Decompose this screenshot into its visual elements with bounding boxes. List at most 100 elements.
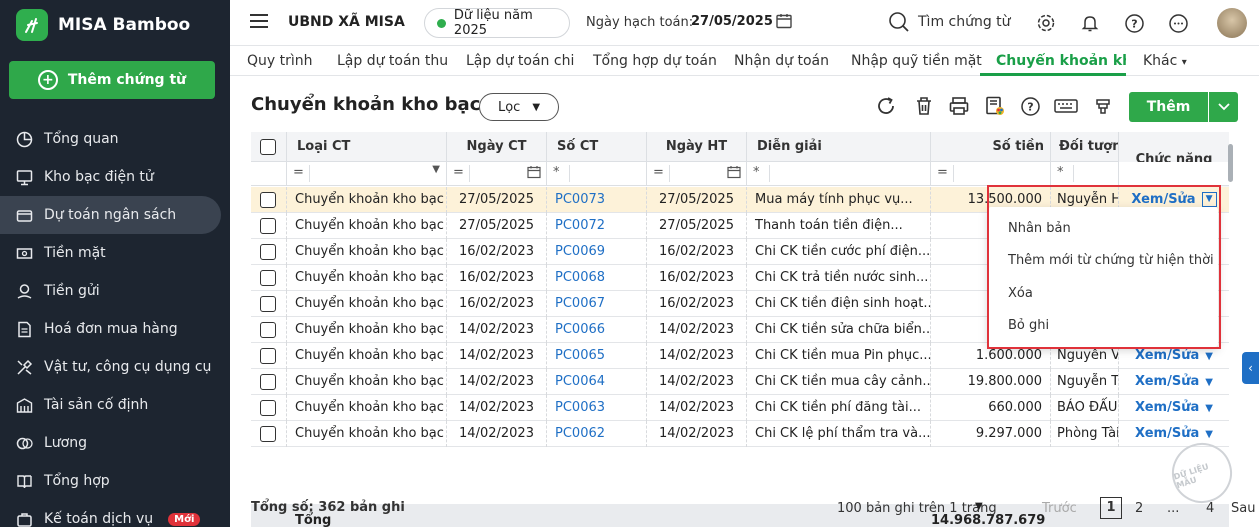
filter-voucher-date[interactable]: = xyxy=(447,162,547,186)
add-voucher-button[interactable]: + Thêm chứng từ xyxy=(9,61,215,99)
page-1[interactable]: 1 xyxy=(1100,497,1122,519)
keyboard-icon[interactable] xyxy=(1054,94,1078,118)
cell-voucher-no-link[interactable]: PC0062 xyxy=(547,421,647,447)
select-all-checkbox[interactable] xyxy=(260,139,276,155)
page-size-selector[interactable]: 100 bản ghi trên 1 trang xyxy=(837,501,997,516)
tab-expense-estimate[interactable]: Lập dự toán chi xyxy=(466,53,574,69)
row-checkbox[interactable] xyxy=(260,296,276,312)
chevron-down-icon[interactable]: ▼ xyxy=(1205,429,1213,440)
tab-revenue-estimate[interactable]: Lập dự toán thu xyxy=(337,53,448,69)
chevron-down-icon[interactable]: ▼ xyxy=(975,501,983,512)
view-edit-link[interactable]: Xem/Sửa xyxy=(1135,426,1199,441)
sidebar-item-purchase-invoice[interactable]: Hoá đơn mua hàng xyxy=(0,310,230,348)
header-voucher-no[interactable]: Số CT xyxy=(547,132,647,162)
view-edit-link[interactable]: Xem/Sửa xyxy=(1135,374,1199,389)
search-voucher[interactable]: Tìm chứng từ xyxy=(888,11,1011,33)
columns-setting-icon[interactable] xyxy=(1091,94,1115,118)
add-dropdown-button[interactable] xyxy=(1209,92,1238,122)
refresh-icon[interactable] xyxy=(874,94,898,118)
filter-object[interactable]: * xyxy=(1051,162,1119,186)
cell-voucher-no-link[interactable]: PC0072 xyxy=(547,213,647,239)
table-row[interactable]: Chuyển khoản kho bạc 14/02/2023 PC0064 1… xyxy=(251,369,1229,395)
row-checkbox[interactable] xyxy=(260,244,276,260)
help-icon[interactable]: ? xyxy=(1018,94,1042,118)
prev-page-button[interactable]: Trước xyxy=(1042,501,1077,516)
cell-voucher-no-link[interactable]: PC0067 xyxy=(547,291,647,317)
sidebar-item-cash[interactable]: Tiền mặt xyxy=(0,234,230,272)
more-icon[interactable] xyxy=(1167,12,1189,34)
header-object[interactable]: Đối tượng xyxy=(1051,132,1119,162)
cell-voucher-no-link[interactable]: PC0069 xyxy=(547,239,647,265)
tab-treasury-transfer[interactable]: Chuyển khoản kho b xyxy=(996,53,1126,69)
contains-icon: * xyxy=(753,165,760,180)
trash-icon[interactable] xyxy=(912,94,936,118)
row-checkbox[interactable] xyxy=(260,270,276,286)
cell-voucher-no-link[interactable]: PC0063 xyxy=(547,395,647,421)
gear-icon[interactable] xyxy=(1035,12,1057,34)
row-checkbox[interactable] xyxy=(260,374,276,390)
help-icon[interactable]: ? xyxy=(1123,12,1145,34)
chevron-down-icon[interactable]: ▼ xyxy=(1205,403,1213,414)
sidebar-item-e-treasury[interactable]: Kho bạc điện tử xyxy=(0,158,230,196)
filter-voucher-no[interactable]: * xyxy=(547,162,647,186)
filter-description[interactable]: * xyxy=(747,162,931,186)
sidebar-item-salary[interactable]: Lương xyxy=(0,424,230,462)
row-checkbox[interactable] xyxy=(260,400,276,416)
color-template-icon[interactable] xyxy=(983,94,1007,118)
row-checkbox[interactable] xyxy=(260,426,276,442)
posting-date-value[interactable]: 27/05/2025 xyxy=(691,14,773,29)
cell-voucher-no-link[interactable]: PC0066 xyxy=(547,317,647,343)
next-page-button[interactable]: Sau xyxy=(1231,501,1255,516)
org-name[interactable]: UBND XÃ MISA xyxy=(288,14,405,30)
sidebar-item-overview[interactable]: Tổng quan xyxy=(0,120,230,158)
filter-voucher-type[interactable]: = ▼ xyxy=(287,162,447,186)
brand-name: MISA Bamboo xyxy=(58,15,191,35)
row-checkbox[interactable] xyxy=(260,192,276,208)
calendar-icon[interactable] xyxy=(775,12,793,34)
header-description[interactable]: Diễn giải xyxy=(747,132,931,162)
sidebar-item-summary[interactable]: Tổng hợp xyxy=(0,462,230,500)
tab-more[interactable]: Khác ▾ xyxy=(1143,53,1187,69)
sidebar-item-supplies[interactable]: Vật tư, công cụ dụng cụ xyxy=(0,348,230,386)
menu-icon[interactable] xyxy=(250,14,268,32)
filter-posting-date[interactable]: = xyxy=(647,162,747,186)
vertical-scrollbar[interactable] xyxy=(1228,144,1233,182)
filter-button[interactable]: Lọc ▼ xyxy=(479,93,559,121)
sidebar-item-fixed-assets[interactable]: Tài sản cố định xyxy=(0,386,230,424)
chevron-down-icon[interactable]: ▼ xyxy=(1205,351,1213,362)
brand[interactable]: MISA Bamboo xyxy=(0,0,230,50)
row-select-cell xyxy=(251,213,287,239)
sidebar-item-budget[interactable]: Dự toán ngân sách xyxy=(0,196,221,234)
sidebar-item-deposit[interactable]: Tiền gửi xyxy=(0,272,230,310)
avatar[interactable] xyxy=(1217,8,1247,38)
tab-process[interactable]: Quy trình xyxy=(247,53,313,69)
data-year-selector[interactable]: Dữ liệu năm 2025 xyxy=(424,8,570,38)
add-button[interactable]: Thêm xyxy=(1129,92,1208,122)
cell-voucher-no-link[interactable]: PC0064 xyxy=(547,369,647,395)
side-panel-toggle[interactable]: ‹ xyxy=(1242,352,1259,384)
table-row[interactable]: Chuyển khoản kho bạc 14/02/2023 PC0062 1… xyxy=(251,421,1229,447)
tab-receive-estimate[interactable]: Nhận dự toán xyxy=(734,53,829,69)
filter-amount[interactable]: = xyxy=(931,162,1051,186)
row-checkbox[interactable] xyxy=(260,322,276,338)
header-posting-date[interactable]: Ngày HT xyxy=(647,132,747,162)
row-checkbox[interactable] xyxy=(260,218,276,234)
page-4[interactable]: 4 xyxy=(1206,501,1214,516)
tab-cash-receipt[interactable]: Nhập quỹ tiền mặt xyxy=(851,53,982,69)
print-icon[interactable] xyxy=(947,94,971,118)
table-row[interactable]: Chuyển khoản kho bạc 14/02/2023 PC0063 1… xyxy=(251,395,1229,421)
page-2[interactable]: 2 xyxy=(1135,501,1143,516)
row-checkbox[interactable] xyxy=(260,348,276,364)
cell-voucher-no-link[interactable]: PC0065 xyxy=(547,343,647,369)
tab-estimate-summary[interactable]: Tổng hợp dự toán xyxy=(593,53,717,69)
chevron-down-icon[interactable]: ▼ xyxy=(1205,377,1213,388)
header-amount[interactable]: Số tiền xyxy=(931,132,1051,162)
bell-icon[interactable] xyxy=(1079,12,1101,34)
header-voucher-date[interactable]: Ngày CT xyxy=(447,132,547,162)
view-edit-link[interactable]: Xem/Sửa xyxy=(1135,400,1199,415)
cell-voucher-no-link[interactable]: PC0073 xyxy=(547,187,647,213)
cell-voucher-no-link[interactable]: PC0068 xyxy=(547,265,647,291)
header-voucher-type[interactable]: Loại CT xyxy=(287,132,447,162)
sidebar-item-service-accounting[interactable]: Kế toán dịch vụ Mới xyxy=(0,500,230,527)
view-edit-link[interactable]: Xem/Sửa xyxy=(1135,348,1199,363)
